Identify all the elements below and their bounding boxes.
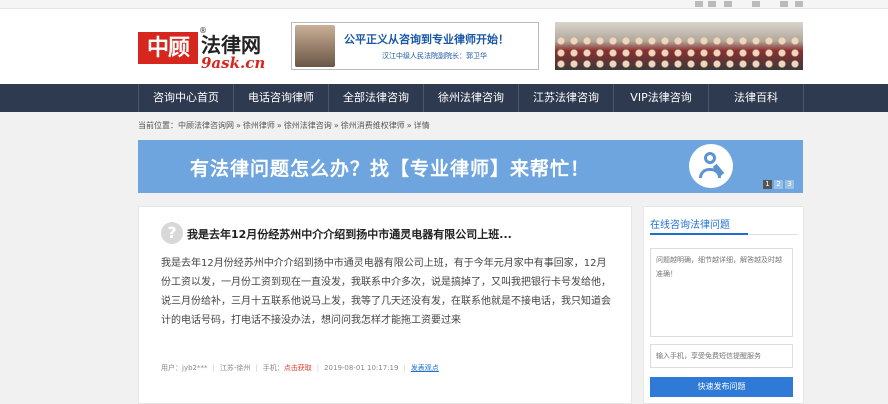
submit-question-button[interactable]: 快速发布问题: [650, 377, 793, 397]
top-link[interactable]: [752, 1, 760, 7]
question-textarea[interactable]: [650, 248, 793, 337]
meta-phone-label: 手机：: [262, 364, 284, 372]
breadcrumb-separator: »: [276, 121, 282, 130]
ad-caption: 汉江中级人民法院副院长：郭卫华: [382, 52, 487, 60]
team-photo[interactable]: [555, 22, 803, 70]
header-ad[interactable]: 公平正义从咨询到专业律师开始！ 汉江中级人民法院副院长：郭卫华: [291, 22, 539, 70]
phone-input[interactable]: [650, 344, 793, 368]
nav-item-home[interactable]: 咨询中心首页: [138, 84, 233, 112]
title-underline: [650, 233, 748, 235]
site-logo[interactable]: 中顾 ® 法律网 9ask.cn: [138, 26, 278, 77]
logo-mark: 中顾: [138, 32, 198, 64]
main-nav: 咨询中心首页 电话咨询律师 全部法律咨询 徐州法律咨询 江苏法律咨询 VIP法律…: [0, 84, 888, 112]
breadcrumb: 当前位置：中顾法律咨询网» 徐州律师» 徐州法律咨询» 徐州消费维权律师» 详情: [138, 120, 430, 131]
breadcrumb-current: 详情: [413, 121, 430, 130]
meta-location: 江苏-徐州: [219, 364, 251, 372]
meta-phone-link[interactable]: 点击获取: [284, 364, 312, 372]
consult-panel-title: 在线咨询法律问题: [650, 220, 730, 231]
breadcrumb-link[interactable]: 徐州法律咨询: [284, 121, 332, 130]
lawyer-search-icon: [689, 144, 733, 188]
nav-item-encyclopedia[interactable]: 法律百科: [708, 84, 804, 112]
meta-user: 用户：jyb2***: [161, 364, 208, 372]
banner-dot[interactable]: 3: [785, 180, 794, 189]
breadcrumb-link[interactable]: 徐州消费维权律师: [341, 121, 405, 130]
banner-dot[interactable]: 2: [774, 180, 783, 189]
banner-dot[interactable]: 1: [763, 180, 772, 189]
nav-item-xuzhou[interactable]: 徐州法律咨询: [423, 84, 518, 112]
breadcrumb-separator: »: [236, 121, 241, 130]
top-link[interactable]: [708, 1, 716, 7]
question-title: 我是去年12月份经苏州中介介绍到扬中市通灵电器有限公司上班...: [187, 228, 512, 241]
nav-item-all-consult[interactable]: 全部法律咨询: [328, 84, 423, 112]
reply-link[interactable]: 发表观点: [411, 364, 439, 372]
top-strip: [0, 0, 888, 9]
nav-item-jiangsu[interactable]: 江苏法律咨询: [518, 84, 613, 112]
nav-item-phone-lawyer[interactable]: 电话咨询律师: [233, 84, 328, 112]
photo-row: [555, 59, 803, 70]
site-header: 中顾 ® 法律网 9ask.cn 公平正义从咨询到专业律师开始！ 汉江中级人民法…: [0, 9, 888, 84]
question-meta: 用户：jyb2*** | 江苏-徐州 | 手机：点击获取 | 2019-08-01 10:1…: [161, 364, 439, 372]
logo-domain: 9ask.cn: [201, 54, 266, 72]
banner-pager: 1 2 3: [763, 180, 794, 189]
breadcrumb-link[interactable]: 中顾法律咨询网: [178, 121, 234, 130]
breadcrumb-prefix: 当前位置：: [138, 121, 178, 130]
breadcrumb-separator: »: [406, 121, 412, 130]
breadcrumb-separator: »: [333, 121, 339, 130]
breadcrumb-link[interactable]: 徐州律师: [243, 121, 275, 130]
meta-time: 2019-08-01 10:17:19: [324, 364, 399, 372]
question-body: 我是去年12月份经苏州中介介绍到扬中市通灵电器有限公司上班，有于今年元月家中有事…: [161, 258, 611, 326]
banner-text: 有法律问题怎么办？找【专业律师】来帮忙！: [190, 158, 591, 180]
question-icon: ?: [161, 222, 183, 244]
top-link[interactable]: [795, 1, 803, 7]
ad-portrait-image: [295, 25, 335, 67]
top-link[interactable]: [695, 1, 703, 7]
promo-banner[interactable]: 有法律问题怎么办？找【专业律师】来帮忙！ 1 2 3: [138, 140, 803, 193]
top-link[interactable]: [780, 1, 788, 7]
ad-headline: 公平正义从咨询到专业律师开始！: [344, 33, 509, 46]
question-card: ? 我是去年12月份经苏州中介介绍到扬中市通灵电器有限公司上班... 我是去年1…: [138, 206, 632, 404]
nav-item-vip[interactable]: VIP法律咨询: [613, 84, 708, 112]
top-link[interactable]: [724, 1, 732, 7]
consult-panel: 在线咨询法律问题 快速发布问题: [643, 206, 804, 404]
